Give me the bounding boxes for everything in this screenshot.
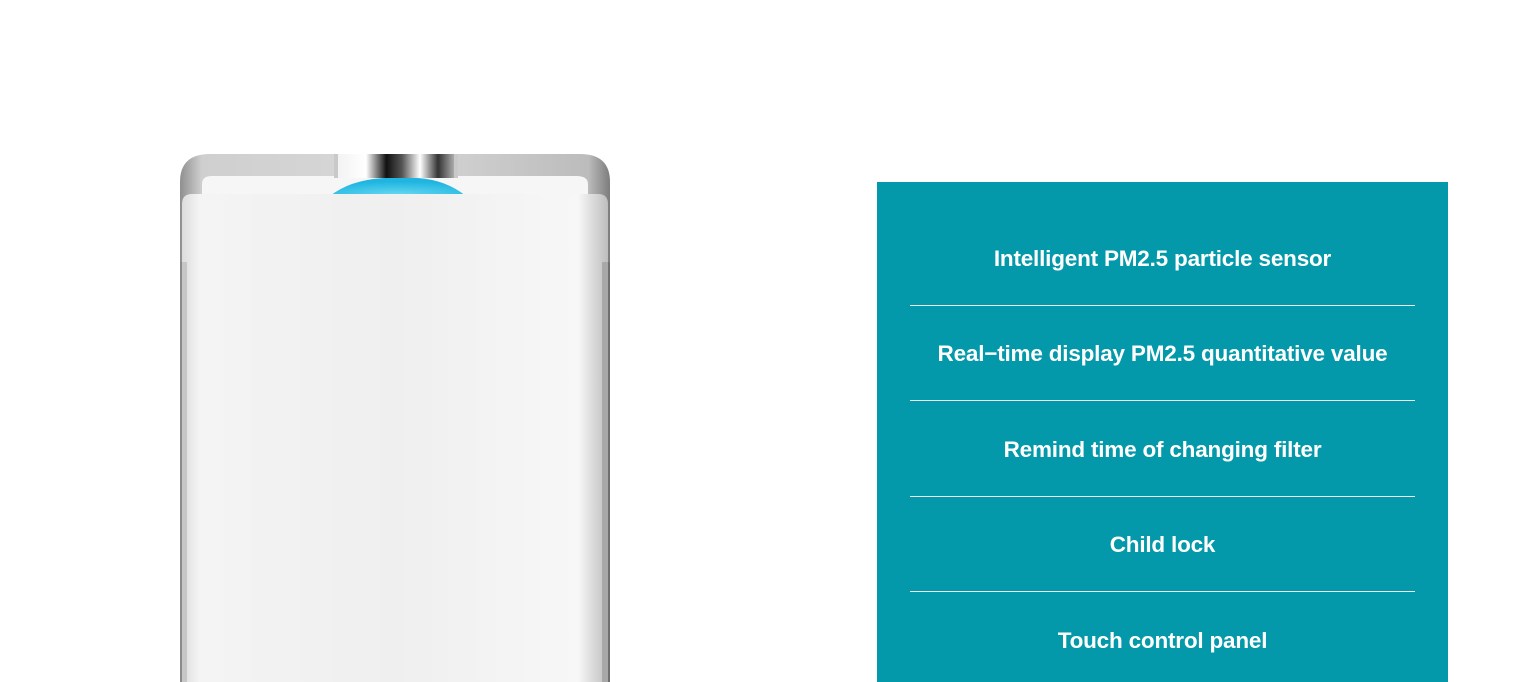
feature-label: Real−time display PM2.5 quantitative val… [937,340,1388,366]
feature-label: Intelligent PM2.5 particle sensor [993,245,1332,271]
feature-item-touch-panel: Touch control panel [910,593,1415,682]
feature-item-filter-reminder: Remind time of changing filter [910,402,1415,497]
feature-label: Child lock [1109,531,1216,557]
feature-item-realtime-display: Real−time display PM2.5 quantitative val… [910,306,1415,401]
feature-item-child-lock: Child lock [910,497,1415,592]
feature-item-pm25-sensor: Intelligent PM2.5 particle sensor [910,211,1415,306]
feature-label: Touch control panel [1057,627,1268,653]
feature-label: Remind time of changing filter [1003,436,1322,462]
product-feature-slide: Intelligent PM2.5 particle sensor Real−t… [0,0,1539,682]
air-purifier-image [178,152,612,682]
feature-panel: Intelligent PM2.5 particle sensor Real−t… [877,182,1448,682]
